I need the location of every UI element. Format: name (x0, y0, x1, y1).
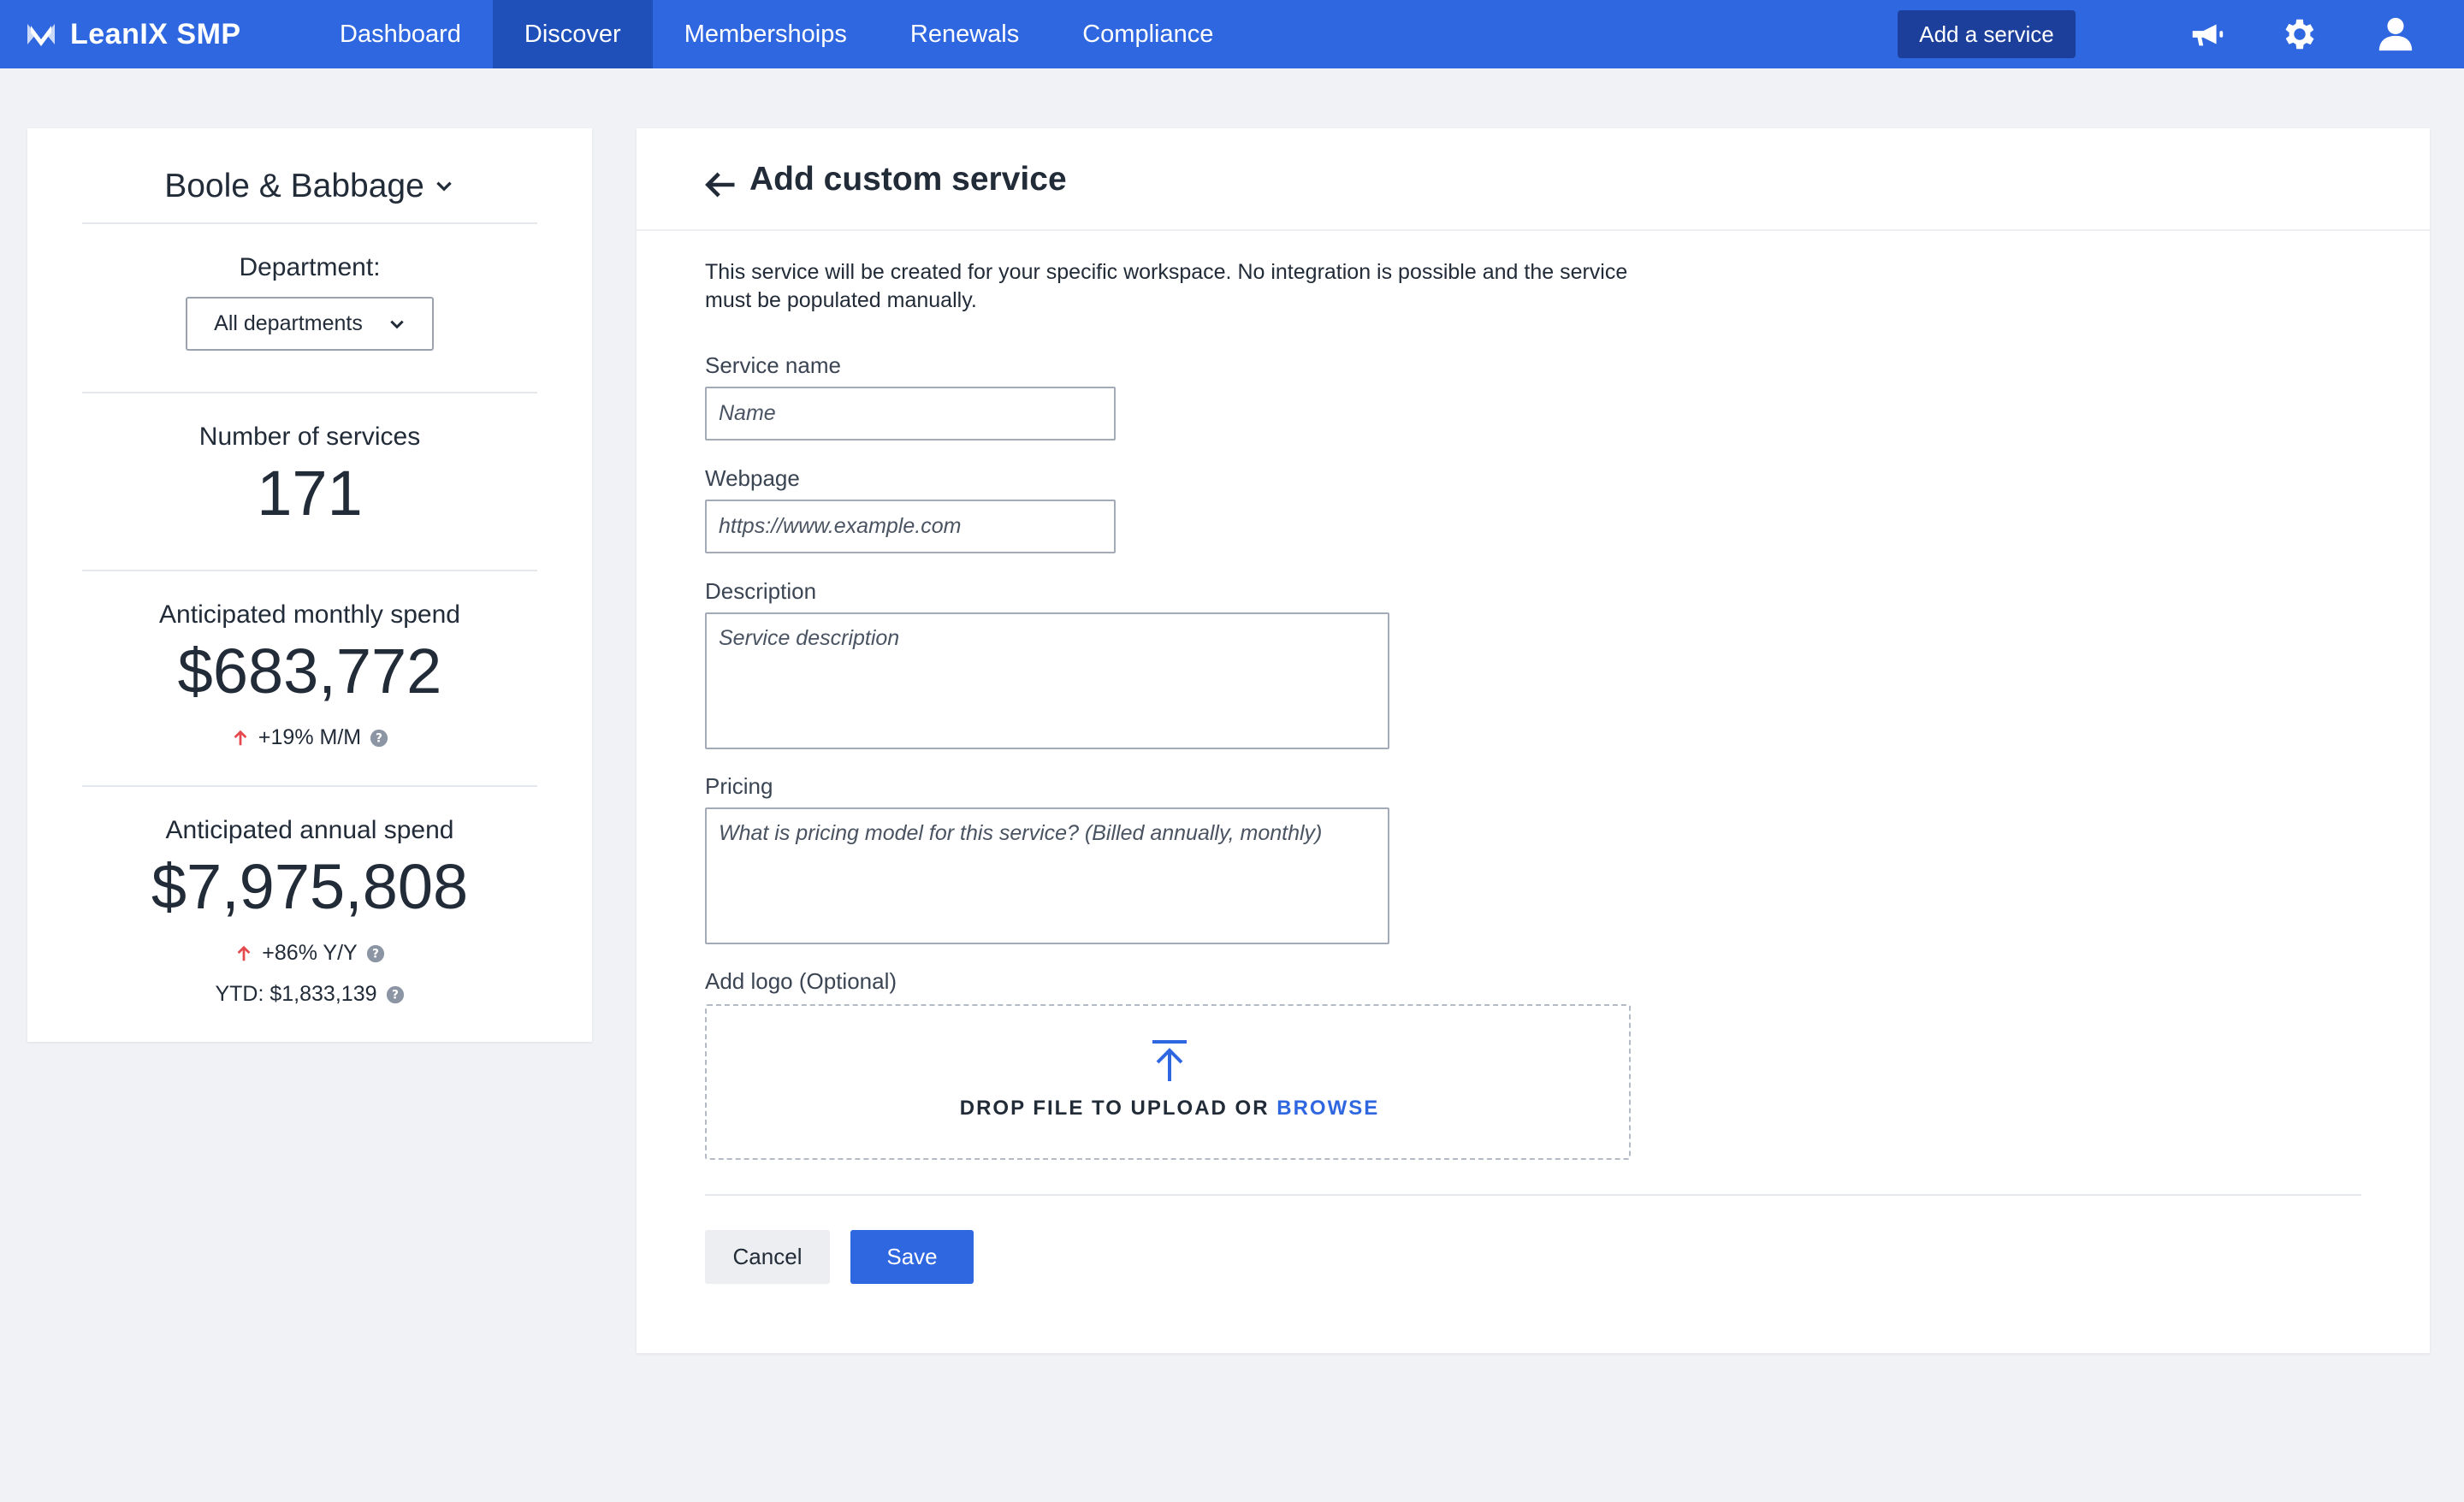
nav-tab-memberships[interactable]: Membershoips (653, 0, 879, 68)
nav-tab-renewals[interactable]: Renewals (879, 0, 1051, 68)
divider (82, 785, 537, 787)
chevron-down-icon (390, 320, 404, 328)
services-count-value: 171 (257, 458, 363, 529)
form-intro-text: This service will be created for your sp… (705, 258, 1732, 315)
workspace-selector[interactable]: Boole & Babbage (27, 152, 592, 221)
monthly-trend: +19% M/M ? (27, 725, 592, 750)
help-icon[interactable]: ? (386, 985, 405, 1004)
drop-file-text: DROP FILE TO UPLOAD OR (959, 1097, 1270, 1120)
department-selected-value: All departments (214, 311, 363, 335)
logo-label: Add logo (Optional) (705, 968, 897, 994)
nav-tab-dashboard[interactable]: Dashboard (308, 0, 493, 68)
webpage-input[interactable] (705, 500, 1116, 553)
webpage-label: Webpage (705, 465, 800, 491)
svg-text:?: ? (372, 947, 379, 961)
browse-link[interactable]: BROWSE (1276, 1097, 1379, 1120)
brand[interactable]: LeanIX SMP (24, 0, 241, 68)
annual-spend-value: $7,975,808 (151, 851, 469, 922)
save-button[interactable]: Save (850, 1230, 974, 1284)
department-label: Department: (239, 253, 381, 281)
megaphone-icon (2192, 24, 2224, 46)
divider (82, 392, 537, 393)
description-label: Description (705, 578, 817, 604)
cancel-button[interactable]: Cancel (705, 1230, 830, 1284)
brand-name: LeanIX SMP (70, 17, 241, 50)
help-icon[interactable]: ? (370, 729, 388, 748)
chevron-down-icon (436, 181, 452, 192)
user-profile-icon[interactable] (2373, 12, 2418, 56)
dropzone-text: DROP FILE TO UPLOAD OR BROWSE (707, 1097, 1632, 1121)
arrow-up-icon (237, 945, 251, 961)
intro-line-2: must be populated manually. (705, 288, 977, 312)
divider (82, 222, 537, 224)
description-textarea[interactable] (705, 612, 1389, 749)
upload-icon (1152, 1040, 1187, 1081)
department-select[interactable]: All departments (186, 297, 434, 351)
leanix-logo-icon (27, 24, 55, 46)
divider (637, 229, 2430, 231)
help-icon[interactable]: ? (366, 944, 385, 963)
logo-dropzone[interactable]: DROP FILE TO UPLOAD OR BROWSE (705, 1004, 1631, 1160)
page-title: Add custom service (749, 161, 1067, 198)
pricing-textarea[interactable] (705, 807, 1389, 944)
settings-icon[interactable] (2277, 12, 2322, 56)
monthly-trend-text: +19% M/M (258, 725, 362, 749)
svg-text:?: ? (392, 988, 399, 1002)
nav-tab-discover[interactable]: Discover (492, 0, 653, 68)
service-name-input[interactable] (705, 387, 1116, 441)
workspace-name: Boole & Babbage (164, 168, 424, 204)
services-count-label: Number of services (198, 423, 421, 451)
divider (82, 570, 537, 571)
svg-text:?: ? (376, 731, 382, 745)
service-name-label: Service name (705, 352, 841, 378)
arrow-up-icon (234, 730, 247, 745)
ytd-text: YTD: $1,833,139 (215, 982, 377, 1006)
summary-panel: Boole & Babbage Department: All departme… (27, 128, 592, 1042)
intro-line-1: This service will be created for your sp… (705, 260, 1628, 284)
top-navbar: LeanIX SMP Dashboard Discover Membershoi… (0, 0, 2464, 68)
annual-spend-label: Anticipated annual spend (165, 816, 454, 844)
annual-trend: +86% Y/Y ? (27, 941, 592, 966)
back-arrow-icon[interactable] (702, 166, 739, 204)
add-service-form-panel: Add custom service This service will be … (637, 128, 2430, 1353)
ytd-spend: YTD: $1,833,139 ? (27, 982, 592, 1007)
user-icon (2378, 17, 2413, 51)
annual-trend-text: +86% Y/Y (262, 941, 358, 965)
gear-icon (2285, 19, 2314, 50)
monthly-spend-value: $683,772 (177, 636, 442, 707)
add-service-button[interactable]: Add a service (1898, 10, 2076, 58)
announcements-icon[interactable] (2185, 12, 2230, 56)
pricing-label: Pricing (705, 773, 773, 799)
monthly-spend-label: Anticipated monthly spend (159, 600, 460, 629)
nav-tabs: Dashboard Discover Membershoips Renewals… (308, 0, 1245, 68)
nav-tab-compliance[interactable]: Compliance (1051, 0, 1245, 68)
divider (705, 1194, 2361, 1196)
